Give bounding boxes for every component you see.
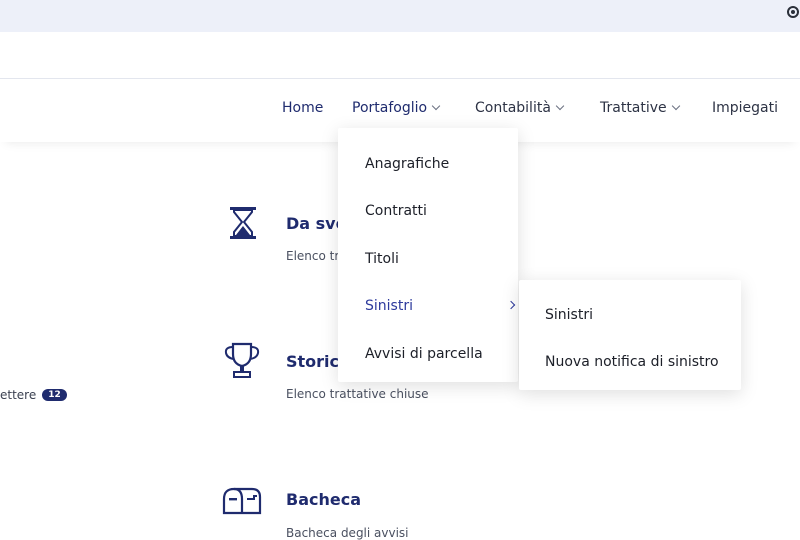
nav-impiegati[interactable]: Impiegati: [712, 100, 778, 116]
chevron-down-icon: [671, 101, 680, 111]
card-subtitle: Elenco tr: [286, 249, 340, 263]
menu-item-titoli[interactable]: Titoli: [365, 251, 399, 267]
mailbox-icon: [222, 487, 262, 515]
menu-item-anagrafiche[interactable]: Anagrafiche: [365, 156, 449, 172]
top-bar: [0, 0, 800, 32]
menu-item-sinistri[interactable]: Sinistri: [365, 298, 413, 314]
header-band: [0, 32, 800, 79]
hourglass-icon: [230, 207, 256, 239]
count-badge: 12: [42, 389, 67, 401]
nav-trattative-label: Trattative: [600, 100, 667, 116]
list-item[interactable]: ettere 12: [0, 388, 67, 402]
chevron-down-icon: [431, 101, 441, 111]
nav-trattative[interactable]: Trattative: [600, 100, 680, 116]
list-item-label: ettere: [0, 388, 37, 402]
nav-portafoglio[interactable]: Portafoglio: [352, 100, 441, 116]
sinistri-submenu: [519, 280, 741, 390]
submenu-item-nuova-notifica[interactable]: Nuova notifica di sinistro: [545, 354, 719, 370]
trophy-icon: [224, 342, 260, 378]
card-subtitle: Elenco trattative chiuse: [286, 387, 429, 401]
menu-item-contratti[interactable]: Contratti: [365, 203, 427, 219]
submenu-item-sinistri[interactable]: Sinistri: [545, 307, 593, 323]
chevron-down-icon: [555, 101, 565, 111]
nav-home[interactable]: Home: [282, 100, 323, 116]
nav-portafoglio-label: Portafoglio: [352, 100, 428, 116]
nav-home-label: Home: [282, 100, 324, 116]
nav-impiegati-label: Impiegati: [712, 100, 779, 116]
nav-contabilita-label: Contabilità: [475, 100, 551, 116]
menu-item-avvisi-parcella[interactable]: Avvisi di parcella: [365, 346, 483, 362]
card-subtitle: Bacheca degli avvisi: [286, 526, 409, 540]
card-title[interactable]: Bacheca: [286, 490, 361, 509]
nav-contabilita[interactable]: Contabilità: [475, 100, 565, 116]
settings-icon[interactable]: [787, 6, 799, 18]
